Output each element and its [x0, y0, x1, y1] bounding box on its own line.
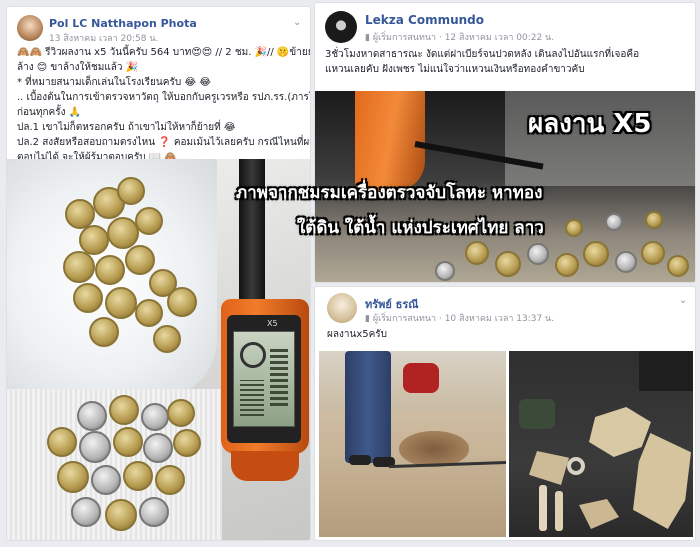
- coin: [63, 251, 95, 283]
- post-timestamp[interactable]: 13 สิงหาคม เวลา 20:58 น.: [49, 31, 158, 45]
- overlay-caption-line1: ภาพจากชมรมเครื่องตรวจจับโลหะ หาทอง: [236, 183, 543, 203]
- post-body: 🙈🙈 รีวิวผลงาน x5 วันนี้ครับ 564 บาท😍😍 //…: [17, 45, 311, 165]
- coin: [645, 211, 663, 229]
- post-meta: ▮ ผู้เริ่มการสนทนา · 10 สิงหาคม เวลา 13:…: [365, 314, 555, 324]
- coin: [153, 325, 181, 353]
- detector-label: X5: [267, 319, 278, 328]
- coin: [167, 287, 197, 317]
- coin: [583, 241, 609, 267]
- coin: [73, 283, 103, 313]
- coin: [125, 245, 155, 275]
- coin: [89, 317, 119, 347]
- post-body: ผลงานx5ครับ: [327, 329, 388, 340]
- coin: [495, 251, 521, 277]
- person-legs: [345, 351, 391, 463]
- overlay-caption-line2: ใต้ดิน ใต้น้ำ แห่งประเทศไทย ลาว: [297, 218, 544, 238]
- coin: [123, 461, 153, 491]
- post-photo-coins[interactable]: X5: [7, 159, 310, 540]
- artifact-ring: [567, 457, 585, 475]
- coin: [109, 395, 139, 425]
- post-line: 🙈🙈 รีวิวผลงาน x5 วันนี้ครับ 564 บาท😍😍 //…: [17, 47, 311, 58]
- post-timestamp[interactable]: 12 สิงหาคม เวลา 00:22 น.: [445, 33, 554, 43]
- coin: [47, 427, 77, 457]
- artifact-shard: [529, 451, 569, 485]
- post-line: ปล.1 เขาไม่ก็ตหรอกครับ ถ้าเขาไม่ให้หาก็ย…: [17, 122, 236, 133]
- post-card-sap: ทรัพย์ ธรณี ▮ ผู้เริ่มการสนทนา · 10 สิงห…: [314, 286, 696, 541]
- coin: [641, 241, 665, 265]
- artifact-shard: [633, 433, 691, 529]
- coin: [135, 207, 163, 235]
- author-name[interactable]: Pol LC Natthapon Phota: [49, 17, 197, 30]
- post-meta: ▮ ผู้เริ่มการสนทนา · 12 สิงหาคม เวลา 00:…: [365, 33, 555, 43]
- post-line: .. เบื้องต้นในการเข้าตรวจหาวัตถุ ให้บอกก…: [17, 92, 311, 103]
- post-photo-artifacts[interactable]: [509, 351, 693, 537]
- coin: [135, 299, 163, 327]
- coin: [155, 465, 185, 495]
- detector-screen: [233, 331, 295, 427]
- coin: [139, 497, 169, 527]
- post-line: * ที่หมายสนามเด็กเล่นในโรงเรียนครับ 😂 😂: [17, 77, 211, 88]
- coin: [105, 499, 137, 531]
- post-photo-digging[interactable]: [319, 351, 506, 537]
- coin: [667, 255, 689, 277]
- coin: [615, 251, 637, 273]
- post-timestamp[interactable]: 10 สิงหาคม เวลา 13:37 น.: [445, 314, 554, 324]
- group-role-icon: ▮: [365, 314, 370, 324]
- artifact-shard: [579, 499, 619, 529]
- avatar[interactable]: [325, 11, 357, 43]
- post-line: ล้าง 😊 ขาล้างให้ชมแล้ว 🎉: [17, 62, 139, 73]
- post-card-pol: Pol LC Natthapon Phota 13 สิงหาคม เวลา 2…: [6, 6, 311, 541]
- group-role-icon: ▮: [365, 33, 370, 43]
- group-role-label[interactable]: ผู้เริ่มการสนทนา: [373, 33, 436, 43]
- coin: [173, 429, 201, 457]
- coin: [79, 225, 109, 255]
- bag-strap: [639, 351, 693, 391]
- coin: [57, 461, 89, 493]
- detector-grip: [231, 451, 299, 481]
- chevron-down-icon[interactable]: ⌄: [293, 17, 301, 28]
- coin: [435, 261, 455, 281]
- coin: [605, 213, 623, 231]
- group-role-label[interactable]: ผู้เริ่มการสนทนา: [373, 314, 436, 324]
- coin: [77, 401, 107, 431]
- coin: [113, 427, 143, 457]
- coin: [105, 287, 137, 319]
- artifact-bone: [555, 491, 563, 531]
- overlay-badge: ผลงาน X5: [528, 109, 652, 139]
- artifact-bone: [539, 485, 547, 531]
- coin: [167, 399, 195, 427]
- coin: [143, 433, 173, 463]
- coin: [79, 431, 111, 463]
- post-line: แหวนเลยคับ ฝังเพชร ไม่แน่ใจว่าแหวนเงินหร…: [325, 64, 585, 75]
- digging-hole: [399, 431, 469, 467]
- post-body: 3ชั่วโมงหาดสาธารณะ งัดแต่ฝาเบียร์จนปวดหล…: [325, 47, 693, 77]
- post-line: ก่อนทุกครั้ง 🙏: [17, 107, 82, 118]
- red-tool: [403, 363, 439, 393]
- coin: [565, 219, 583, 237]
- coin: [117, 177, 145, 205]
- artifact-shard: [589, 407, 651, 457]
- coin: [465, 241, 489, 265]
- avatar[interactable]: [17, 15, 43, 41]
- post-line: ปล.2 สงสัยหรือสอบถามตรงไหน ❓ คอมเม้นไว้เ…: [17, 137, 311, 148]
- coin: [527, 243, 549, 265]
- coin: [95, 255, 125, 285]
- coin: [141, 403, 169, 431]
- avatar[interactable]: [327, 293, 357, 323]
- chevron-down-icon[interactable]: ⌄: [679, 295, 687, 306]
- artifact-green: [519, 399, 555, 429]
- coin: [71, 497, 101, 527]
- person-shoe: [349, 455, 371, 465]
- post-line: 3ชั่วโมงหาดสาธารณะ งัดแต่ฝาเบียร์จนปวดหล…: [325, 49, 640, 60]
- coin: [555, 253, 579, 277]
- coin: [91, 465, 121, 495]
- author-name[interactable]: Lekza Commundo: [365, 13, 484, 27]
